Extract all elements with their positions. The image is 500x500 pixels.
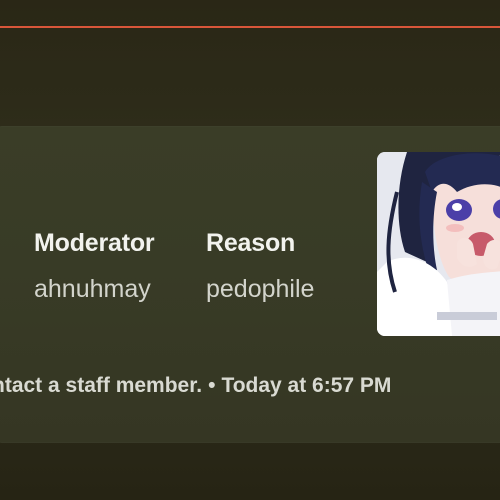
footer-text: ntact a staff member.: [0, 374, 203, 397]
embed-thumbnail[interactable]: [377, 152, 500, 336]
reason-field: Reason pedophile: [206, 229, 314, 303]
footer-separator: •: [208, 374, 216, 397]
reason-field-value: pedophile: [206, 275, 315, 303]
moderator-field-value: ahnuhmay: [34, 275, 151, 303]
top-accent-line: [0, 26, 500, 28]
moderator-field: Moderator ahnuhmay: [34, 229, 155, 303]
reason-field-name: Reason: [206, 229, 296, 257]
footer-timestamp: Today at 6:57 PM: [221, 374, 392, 397]
moderator-field-name: Moderator: [34, 229, 155, 257]
anime-character-thumbnail-icon: [377, 152, 500, 336]
embed-footer: ntact a staff member. • Today at 6:57 PM: [0, 374, 391, 398]
